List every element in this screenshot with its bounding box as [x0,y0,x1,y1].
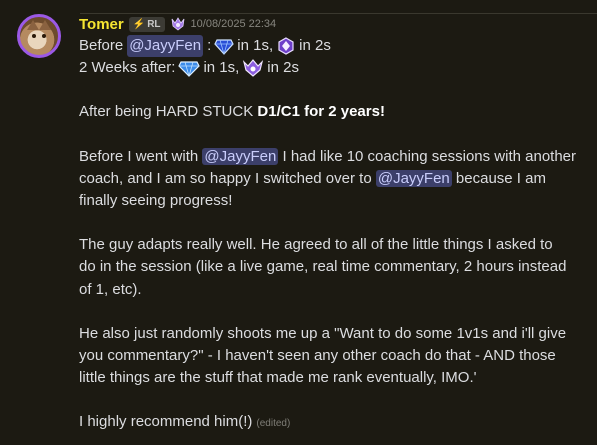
server-tag[interactable]: ⚡ RL [128,16,165,32]
avatar-cat-eye-right [42,34,46,38]
paragraph-text: I highly recommend him(!) [79,413,253,431]
mention-jayyfen[interactable]: @JayyFen [127,35,204,58]
message-line-after: 2 Weeks after: in 1s, in 2s [79,57,589,79]
line-text: in 1s, [237,37,274,54]
paragraph-text: do in the session (like a live game, rea… [79,258,567,276]
paragraph-text: little things are the stuff that made me… [79,369,477,387]
username[interactable]: Tomer [79,16,124,33]
line-text: in 1s, [203,59,240,77]
paragraph-text: of 1, etc). [79,280,142,298]
line-text: Before [79,37,124,54]
paragraph-text: because I am [451,169,546,187]
paragraph-text: He also just randomly shoots me up a "Wa… [79,324,567,342]
chat-message: Tomer ⚡ RL 10/08/2025 22:34 Before @Jayy… [0,0,597,445]
paragraph-text: Before I went with [79,147,203,165]
line-text: : [207,37,212,54]
paragraph-text: coach, and I am so happy I switched over… [79,169,376,187]
paragraph-text: After being HARD STUCK [79,103,258,121]
mention-jayyfen[interactable]: @JayyFen [375,169,452,187]
champion-rank-icon [178,61,201,78]
avatar-cat-eye-left [32,34,36,38]
champion-rank-icon [171,17,184,31]
paragraph-bold-text: D1/C1 for 2 years! [257,103,385,121]
paragraph-text: I had like 10 coaching sessions with ano… [278,147,577,165]
paragraph-recommend: I highly recommend him(!) (edited) [79,411,589,435]
line-text: in 2s [267,59,299,77]
edited-label: (edited) [256,418,291,430]
diamond-rank-icon [214,39,235,55]
line-text: in 2s [299,37,331,54]
message-line-before: Before @JayyFen : in 1s, in 2s [79,35,589,58]
paragraph-hard-stuck: After being HARD STUCK D1/C1 for 2 years… [79,101,589,123]
lightning-icon: ⚡ [132,18,146,30]
avatar-cat-ear-right [39,20,51,30]
server-tag-label: RL [147,18,161,30]
avatar-cat-ear-left [27,20,39,30]
paragraph-adapts: The guy adapts really well. He agreed to… [79,234,589,301]
timestamp: 10/08/2025 22:34 [190,18,277,30]
paragraph-text: The guy adapts really well. He agreed to… [79,236,553,254]
grand-champion-rank-icon [243,59,264,78]
message-header: Tomer ⚡ RL 10/08/2025 22:34 [79,14,276,34]
champion-rank-icon [278,37,294,55]
mention-jayyfen[interactable]: @JayyFen [202,147,279,165]
line-text: 2 Weeks after: [79,59,176,77]
paragraph-text: you commentary?" - I haven't seen any ot… [79,347,556,365]
message-content: Before @JayyFen : in 1s, in 2s 2 Weeks a… [79,35,589,436]
paragraph-coaching: Before I went with @JayyFen I had like 1… [79,146,589,213]
paragraph-1v1s: He also just randomly shoots me up a "Wa… [79,323,589,390]
paragraph-text: finally seeing progress! [79,192,233,210]
avatar[interactable] [17,14,61,58]
